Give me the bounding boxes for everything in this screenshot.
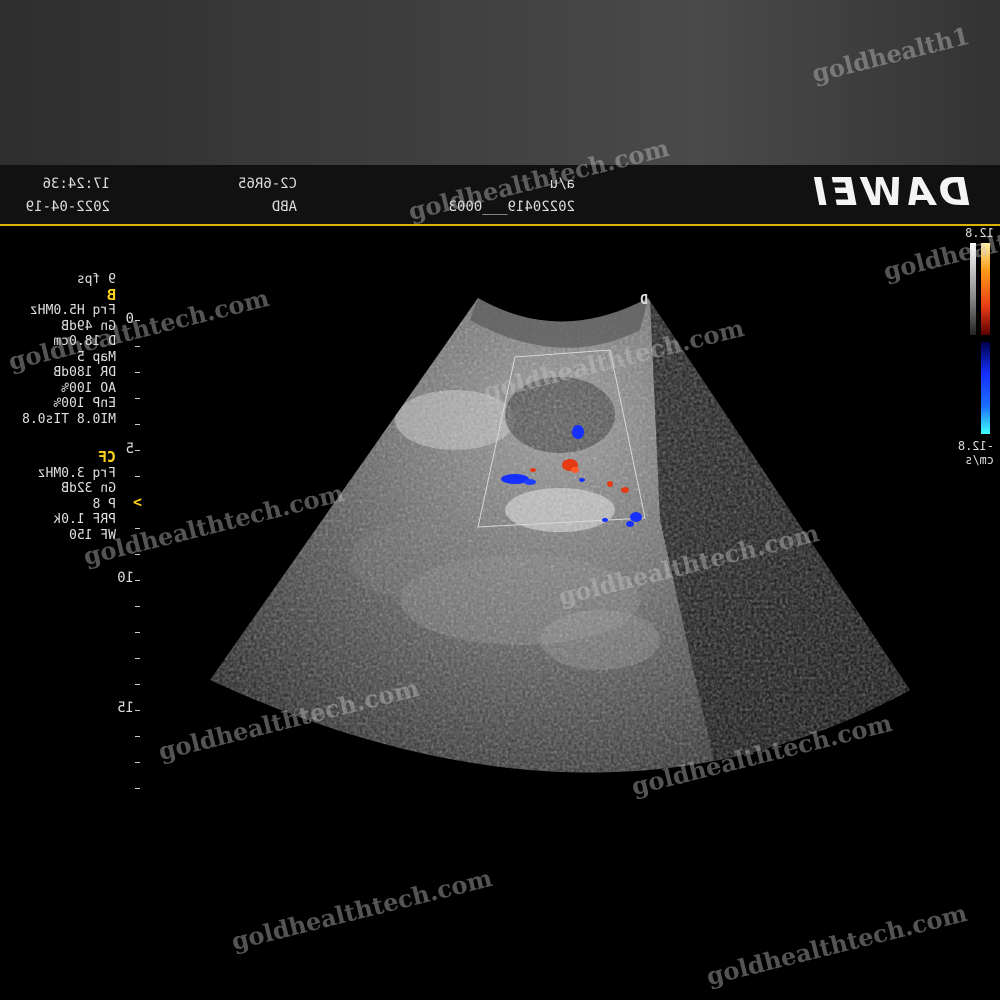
probe-orientation-marker: D (640, 293, 648, 308)
b-param: EnP 100% (53, 396, 116, 411)
probe-name: C2-6R65 (237, 176, 297, 192)
b-param: Frq H5.0MHz (29, 303, 116, 318)
velocity-min: -12.8 (957, 439, 994, 453)
cf-params: CF Frq 3.0MHz Gn 32dB P 8 PRF 1.0k WF 15… (37, 448, 116, 543)
exam-preset: ABD (271, 199, 297, 215)
brand-logo: DAWEI (809, 170, 970, 214)
depth-label-15: 15 (117, 700, 134, 716)
depth-label-10: 10 (117, 570, 134, 586)
cf-param: Gn 32dB (61, 481, 116, 496)
cf-param: P 8 (92, 496, 116, 512)
focus-marker: > (132, 493, 142, 511)
frame-rate: 9 fps (76, 272, 116, 287)
b-mode-label: B (106, 285, 116, 304)
time-display: 17:24:36 (42, 176, 110, 192)
velocity-negative-bar (981, 342, 990, 434)
b-param: MI0.8 TIs0.8 (22, 411, 116, 427)
velocity-unit: cm/s (965, 453, 994, 467)
date-display: 2022-04-19 (25, 199, 110, 215)
cf-param: Frq 3.0MHz (37, 465, 116, 481)
depth-label-5: 5 (125, 441, 134, 457)
b-param: AO 100% (61, 380, 116, 396)
cf-param: PRF 1.0k (53, 512, 116, 527)
ultrasound-image (210, 298, 910, 773)
cf-mode-label: CF (97, 448, 116, 466)
